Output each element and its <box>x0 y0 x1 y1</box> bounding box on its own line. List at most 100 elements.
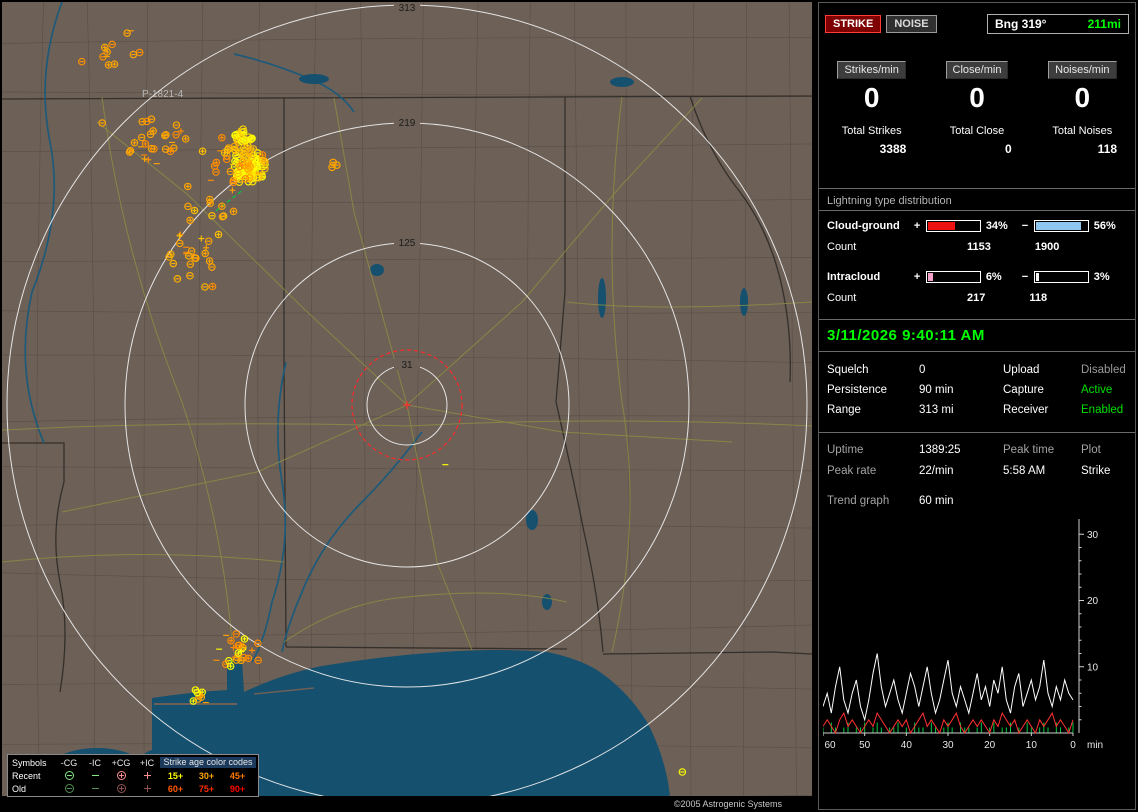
trend-graph-value: 60 min <box>919 495 954 507</box>
legend-row-old: Old 60+ 75+ 90+ <box>8 782 258 795</box>
legend-header-row: Symbols -CG -IC +CG +IC Strike age color… <box>8 756 258 769</box>
plot-value: Strike <box>1081 465 1111 477</box>
y-tick-label: 20 <box>1087 596 1099 607</box>
legend-row-label: Old <box>12 783 27 794</box>
cloud-ground-label: Cloud-ground <box>827 220 900 232</box>
legend-symbols-header: Symbols <box>12 757 47 768</box>
noise-mode-button[interactable]: NOISE <box>886 15 937 33</box>
totals-values-row: 3388 0 118 <box>819 142 1135 156</box>
legend-cminus-icon <box>64 771 74 780</box>
minus-sign: − <box>1021 271 1029 283</box>
receiver-status: Enabled <box>1081 404 1124 416</box>
legend-col-neg-cg: -CG <box>60 757 78 768</box>
legend-minus-icon <box>91 788 99 789</box>
peak-time-label: Peak time <box>1003 444 1055 456</box>
intracloud-label: Intracloud <box>827 271 881 283</box>
mode-row: STRIKE NOISE Bng 319° 211mi <box>825 14 1129 34</box>
divider <box>819 432 1135 433</box>
total-strikes-label: Total Strikes <box>841 125 902 137</box>
station-label: P-1821-4 <box>142 89 184 100</box>
legend-symbol-cell <box>108 783 134 794</box>
legend-age-header: Strike age color codes <box>160 757 256 768</box>
upload-status: Disabled <box>1081 364 1126 376</box>
uptime-value: 1389:25 <box>919 444 961 456</box>
strikes-per-min-value: 0 <box>863 82 880 113</box>
total-close-label: Total Close <box>949 125 1005 137</box>
map-legend: Symbols -CG -IC +CG +IC Strike age color… <box>7 754 259 797</box>
x-unit-label: min <box>1087 740 1103 751</box>
bearing-readout: Bng 319° 211mi <box>987 14 1129 34</box>
ic-positive-pct: 6% <box>985 271 1002 283</box>
strike-mode-button[interactable]: STRIKE <box>825 15 882 33</box>
plot-label: Plot <box>1081 444 1101 456</box>
strikes-per-min-button[interactable]: Strikes/min <box>837 61 906 79</box>
legend-col-pos-cg: +CG <box>111 757 131 768</box>
cg-negative-pct: 56% <box>1093 220 1116 232</box>
count-label: Count <box>827 241 857 253</box>
ic-negative-count: 118 <box>1029 292 1048 304</box>
y-tick-label: 10 <box>1087 662 1099 673</box>
legend-plus-icon <box>143 785 151 792</box>
ring-label: 313 <box>399 3 416 14</box>
legend-symbol-cell <box>134 783 160 794</box>
total-noises-label: Total Noises <box>1052 125 1113 137</box>
cg-negative-bar <box>1033 220 1089 232</box>
persistence-value: 90 min <box>919 384 954 396</box>
trend-graph: 10 20 30 60 50 40 30 20 10 0 min <box>823 519 1103 751</box>
cg-negative-count: 1900 <box>1034 241 1060 253</box>
upload-label: Upload <box>1003 364 1040 376</box>
x-tick-label: 40 <box>901 740 913 751</box>
bearing-distance: 211mi <box>1087 17 1121 31</box>
noises-per-min-value: 0 <box>1074 82 1091 113</box>
legend-age-label: 75+ <box>198 783 215 794</box>
x-tick-label: 30 <box>942 740 954 751</box>
trend-graph-label: Trend graph <box>827 495 890 507</box>
legend-symbol-cell <box>56 783 82 794</box>
x-tick-label: 20 <box>984 740 996 751</box>
x-tick-label: 10 <box>1026 740 1038 751</box>
legend-symbol-cell <box>82 783 108 794</box>
legend-cplus-icon <box>116 771 126 780</box>
legend-plus-icon <box>143 772 151 779</box>
ic-negative-bar <box>1033 271 1089 283</box>
rate-values-row: 0 0 0 <box>819 83 1135 113</box>
divider <box>819 188 1135 189</box>
close-rate-series <box>823 722 1074 733</box>
legend-cplus-icon <box>116 784 126 793</box>
status-panel: STRIKE NOISE Bng 319° 211mi Strikes/min … <box>818 2 1136 810</box>
legend-col-neg-ic: -IC <box>89 757 101 768</box>
ic-negative-pct: 3% <box>1093 271 1110 283</box>
legend-symbol-cell <box>134 770 160 781</box>
cloud-ground-row: Cloud-ground + 34% − 56% <box>827 220 1127 232</box>
bearing-label: Bng 319° <box>995 17 1047 31</box>
capture-label: Capture <box>1003 384 1044 396</box>
legend-minus-icon <box>91 775 99 776</box>
totals-labels-row: Total Strikes Total Close Total Noises <box>819 125 1135 137</box>
cg-positive-count: 1153 <box>967 241 991 253</box>
legend-age-label: 90+ <box>229 783 246 794</box>
rate-labels-row: Strikes/min Close/min Noises/min <box>819 60 1135 79</box>
ring-label: 125 <box>399 238 416 249</box>
divider <box>819 351 1135 352</box>
total-noises-value: 118 <box>1097 142 1117 156</box>
legend-age-label: 45+ <box>229 770 246 781</box>
distribution-title: Lightning type distribution <box>827 195 952 207</box>
plus-sign: + <box>913 271 921 283</box>
legend-row-recent: Recent 15+ 30+ 45+ <box>8 769 258 782</box>
lightning-map[interactable]: P-1821-4 313 219 125 31 <box>2 2 812 796</box>
close-per-min-button[interactable]: Close/min <box>945 61 1009 79</box>
squelch-value: 0 <box>919 364 926 376</box>
datetime-display: 3/11/2026 9:40:11 AM <box>827 327 985 344</box>
copyright-text: ©2005 Astrogenic Systems <box>673 799 782 809</box>
legend-symbol-cell <box>82 770 108 781</box>
range-label: Range <box>827 404 861 416</box>
peak-time-value: 5:58 AM <box>1003 465 1046 477</box>
legend-age-label: 60+ <box>167 783 184 794</box>
ring-label: 31 <box>401 360 413 371</box>
noises-per-min-button[interactable]: Noises/min <box>1048 61 1117 79</box>
ic-count-row: Count 217 118 <box>827 292 1127 304</box>
peak-rate-value: 22/min <box>919 465 954 477</box>
capture-status: Active <box>1081 384 1113 396</box>
legend-age-label: 15+ <box>167 770 184 781</box>
trend-axes <box>823 519 1080 734</box>
